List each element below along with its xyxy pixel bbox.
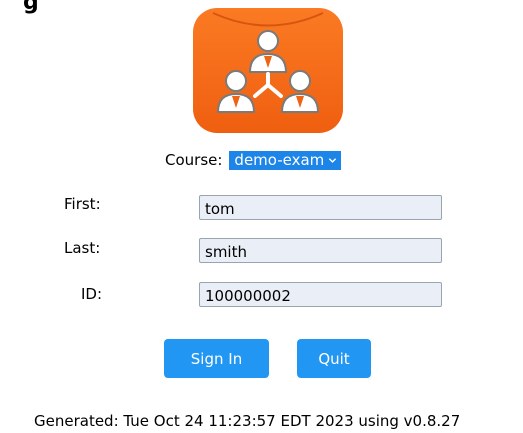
login-page: g Course: demo-exam First: tom Last: smi… [0, 0, 523, 433]
first-name-field[interactable] [199, 195, 442, 220]
first-name-label: First: [64, 195, 101, 213]
app-logo [193, 8, 343, 133]
course-selector-row: Course: demo-exam [165, 150, 342, 170]
last-name-field[interactable] [199, 238, 442, 263]
generated-footer: Generated: Tue Oct 24 11:23:57 EDT 2023 … [34, 412, 461, 430]
course-label: Course: [165, 151, 223, 169]
quit-button[interactable]: Quit [297, 339, 371, 378]
id-label: ID: [81, 285, 103, 303]
course-dropdown[interactable]: demo-exam [229, 150, 342, 170]
course-selected-value: demo-exam [234, 151, 325, 169]
last-name-label: Last: [64, 239, 101, 257]
id-field[interactable] [199, 282, 442, 307]
page-title-fragment: g [23, 0, 39, 15]
chevron-down-icon [329, 157, 337, 163]
org-chart-people-icon [212, 12, 324, 113]
sign-in-button[interactable]: Sign In [164, 339, 269, 378]
